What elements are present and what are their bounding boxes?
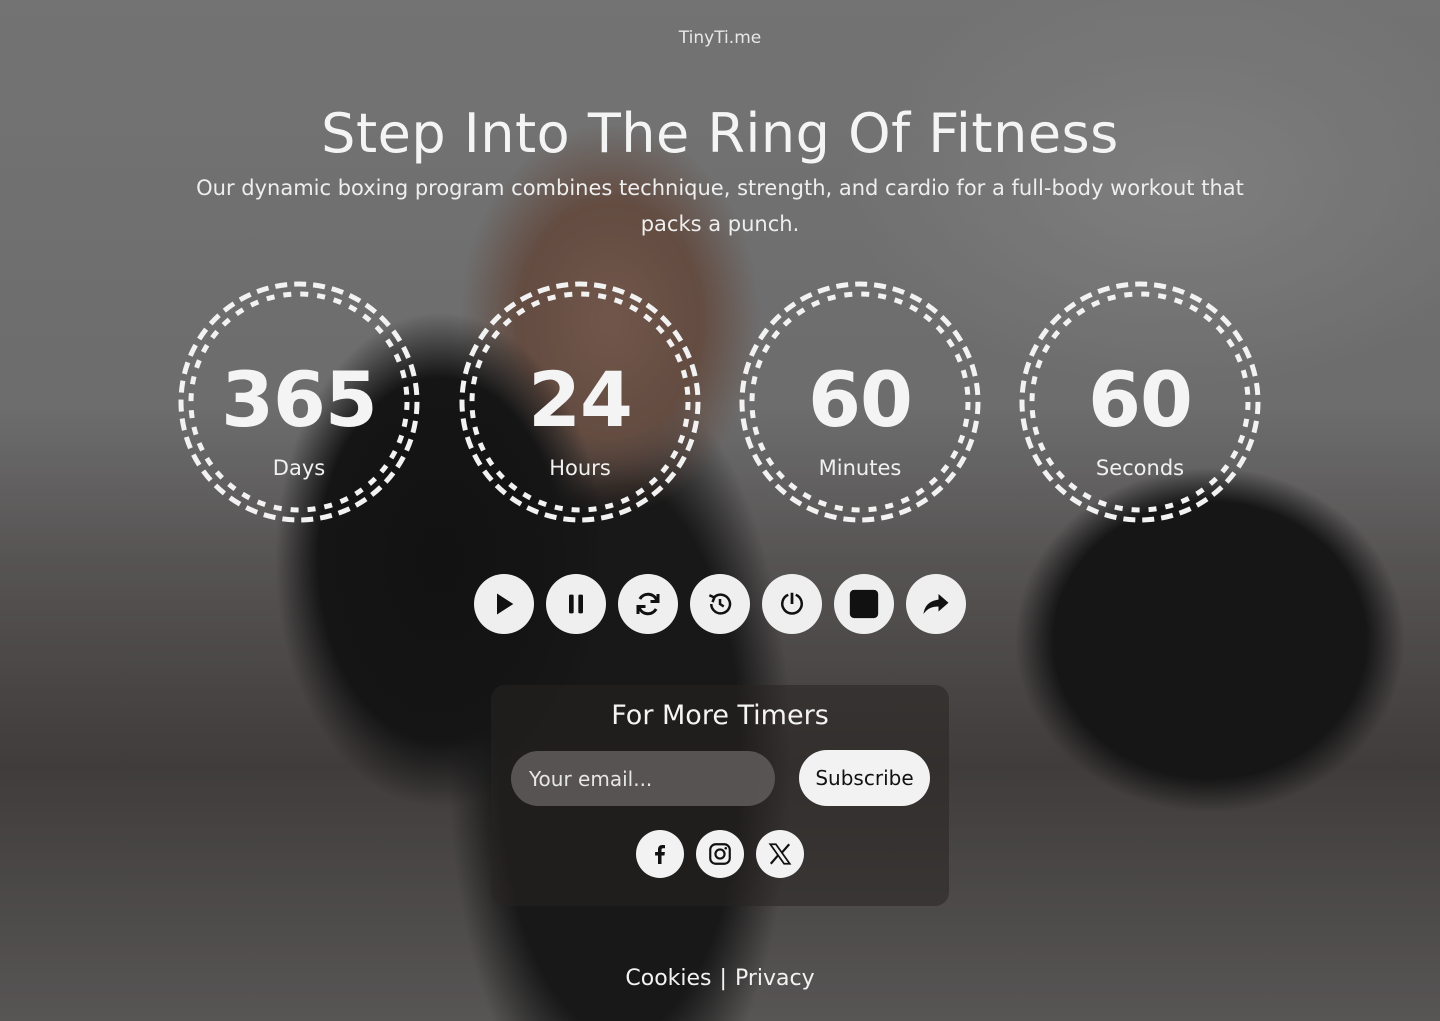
refresh-icon xyxy=(636,592,660,616)
timer-controls xyxy=(474,574,974,634)
cookies-link[interactable]: Cookies xyxy=(625,966,711,991)
stop-icon xyxy=(849,589,879,619)
play-icon xyxy=(497,593,514,615)
restart-button[interactable] xyxy=(690,574,750,634)
subscribe-button[interactable]: Subscribe xyxy=(799,750,930,806)
page-title: Step Into The Ring Of Fitness xyxy=(321,102,1119,165)
footer-separator: | xyxy=(719,966,727,991)
stop-button[interactable] xyxy=(834,574,894,634)
subscribe-title: For More Timers xyxy=(611,700,829,731)
countdown-hours: 24 Hours xyxy=(458,280,702,524)
pause-button[interactable] xyxy=(546,574,606,634)
x-icon xyxy=(768,843,792,865)
privacy-link[interactable]: Privacy xyxy=(735,966,815,991)
email-field[interactable] xyxy=(511,751,775,806)
hours-label: Hours xyxy=(549,456,611,480)
minutes-value: 60 xyxy=(808,355,913,444)
timer-reset-icon xyxy=(781,592,803,615)
page-content: TinyTi.me Step Into The Ring Of Fitness … xyxy=(0,0,1440,1021)
countdown-days: 365 Days xyxy=(177,280,421,524)
share-icon xyxy=(923,594,949,614)
instagram-icon xyxy=(709,843,731,865)
reset-button[interactable] xyxy=(762,574,822,634)
instagram-link[interactable] xyxy=(696,830,744,878)
play-button[interactable] xyxy=(474,574,534,634)
history-icon xyxy=(708,593,732,615)
brand-logo-text[interactable]: TinyTi.me xyxy=(0,28,1440,48)
countdown-minutes: 60 Minutes xyxy=(738,280,982,524)
seconds-label: Seconds xyxy=(1095,456,1185,480)
minutes-label: Minutes xyxy=(818,456,902,480)
share-button[interactable] xyxy=(906,574,966,634)
days-value: 365 xyxy=(221,355,378,444)
facebook-link[interactable] xyxy=(636,830,684,878)
countdown-seconds: 60 Seconds xyxy=(1018,280,1262,524)
page-subtitle: Our dynamic boxing program combines tech… xyxy=(196,176,1244,236)
x-link[interactable] xyxy=(756,830,804,878)
seconds-value: 60 xyxy=(1088,355,1193,444)
refresh-button[interactable] xyxy=(618,574,678,634)
facebook-icon xyxy=(655,845,665,864)
days-label: Days xyxy=(272,456,326,480)
hours-value: 24 xyxy=(528,355,633,444)
footer-links: Cookies | Privacy xyxy=(0,966,1440,991)
countdown: 365 Days 24 Hours 60 Minutes 60 Seconds xyxy=(0,280,1440,525)
pause-icon xyxy=(569,594,583,614)
